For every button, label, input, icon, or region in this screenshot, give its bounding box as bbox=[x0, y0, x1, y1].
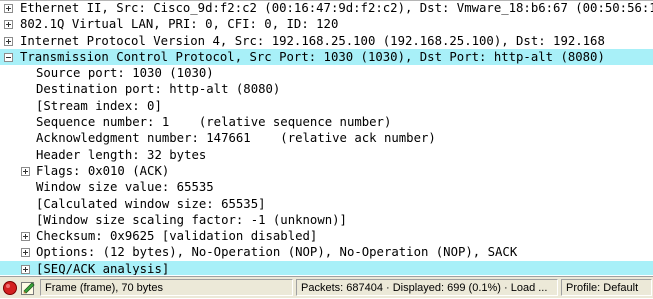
tree-row-label: [Calculated window size: 65535] bbox=[36, 196, 266, 211]
collapse-minus-icon[interactable] bbox=[4, 52, 13, 62]
expand-plus-icon[interactable] bbox=[21, 264, 30, 274]
tree-row-label: 802.1Q Virtual LAN, PRI: 0, CFI: 0, ID: … bbox=[20, 17, 339, 32]
expand-plus-icon[interactable] bbox=[4, 4, 13, 13]
tree-row-label: Flags: 0x010 (ACK) bbox=[36, 163, 170, 178]
tree-row-destination-port[interactable]: Destination port: http-alt (8080) bbox=[0, 81, 653, 97]
tree-row-sequence-number[interactable]: Sequence number: 1 (relative sequence nu… bbox=[0, 114, 653, 130]
tree-row-label: Acknowledgment number: 147661 (relative … bbox=[36, 131, 436, 146]
tree-row-label: Checksum: 0x9625 [validation disabled] bbox=[36, 229, 318, 244]
tree-row-window-size[interactable]: Window size value: 65535 bbox=[0, 179, 653, 195]
stop-capture-icon[interactable] bbox=[2, 280, 18, 296]
tree-row-vlan[interactable]: 802.1Q Virtual LAN, PRI: 0, CFI: 0, ID: … bbox=[0, 16, 653, 32]
status-profile[interactable]: Profile: Default bbox=[561, 279, 652, 296]
expert-info-icon[interactable] bbox=[20, 280, 36, 296]
tree-row-ack-number[interactable]: Acknowledgment number: 147661 (relative … bbox=[0, 130, 653, 146]
tree-row-label: Ethernet II, Src: Cisco_9d:f2:c2 (00:16:… bbox=[20, 1, 653, 15]
status-frame-info: Frame (frame), 70 bytes bbox=[40, 279, 293, 296]
tree-row-stream-index[interactable]: [Stream index: 0] bbox=[0, 98, 653, 114]
expand-plus-icon[interactable] bbox=[4, 20, 13, 30]
tree-row-flags[interactable]: Flags: 0x010 (ACK) bbox=[0, 163, 653, 179]
status-packets-info: Packets: 687404 · Displayed: 699 (0.1%) … bbox=[296, 279, 558, 296]
tree-row-tcp[interactable]: Transmission Control Protocol, Src Port:… bbox=[0, 48, 653, 66]
tree-row-ipv4[interactable]: Internet Protocol Version 4, Src: 192.16… bbox=[0, 33, 653, 49]
tree-row-label: Header length: 32 bytes bbox=[36, 147, 207, 162]
tree-row-checksum[interactable]: Checksum: 0x9625 [validation disabled] bbox=[0, 228, 653, 244]
expand-plus-icon[interactable] bbox=[4, 36, 13, 46]
expand-plus-icon[interactable] bbox=[21, 232, 30, 242]
expand-plus-icon[interactable] bbox=[21, 166, 30, 176]
tree-row-seq-ack-analysis[interactable]: [SEQ/ACK analysis] bbox=[0, 260, 653, 275]
tree-row-label: Options: (12 bytes), No-Operation (NOP),… bbox=[36, 245, 518, 260]
tree-row-options[interactable]: Options: (12 bytes), No-Operation (NOP),… bbox=[0, 244, 653, 260]
packet-details-tree: Ethernet II, Src: Cisco_9d:f2:c2 (00:16:… bbox=[0, 0, 653, 275]
tree-row-ethernet[interactable]: Ethernet II, Src: Cisco_9d:f2:c2 (00:16:… bbox=[0, 0, 653, 16]
tree-row-label: [Stream index: 0] bbox=[36, 98, 162, 113]
tree-row-label: Window size value: 65535 bbox=[36, 180, 214, 195]
tree-row-label: Internet Protocol Version 4, Src: 192.16… bbox=[20, 33, 605, 48]
tree-row-scaling-factor[interactable]: [Window size scaling factor: -1 (unknown… bbox=[0, 212, 653, 228]
tree-row-label: Transmission Control Protocol, Src Port:… bbox=[20, 49, 605, 64]
tree-row-calculated-window[interactable]: [Calculated window size: 65535] bbox=[0, 196, 653, 212]
expand-plus-icon[interactable] bbox=[21, 248, 30, 258]
tree-row-label: [Window size scaling factor: -1 (unknown… bbox=[36, 212, 347, 227]
tree-row-label: Source port: 1030 (1030) bbox=[36, 66, 214, 81]
tree-row-source-port[interactable]: Source port: 1030 (1030) bbox=[0, 65, 653, 81]
tree-row-label: [SEQ/ACK analysis] bbox=[36, 261, 170, 275]
tree-row-label: Sequence number: 1 (relative sequence nu… bbox=[36, 115, 392, 130]
tree-row-header-length[interactable]: Header length: 32 bytes bbox=[0, 147, 653, 163]
status-bar: Frame (frame), 70 bytes Packets: 687404 … bbox=[0, 276, 653, 298]
tree-row-label: Destination port: http-alt (8080) bbox=[36, 82, 281, 97]
